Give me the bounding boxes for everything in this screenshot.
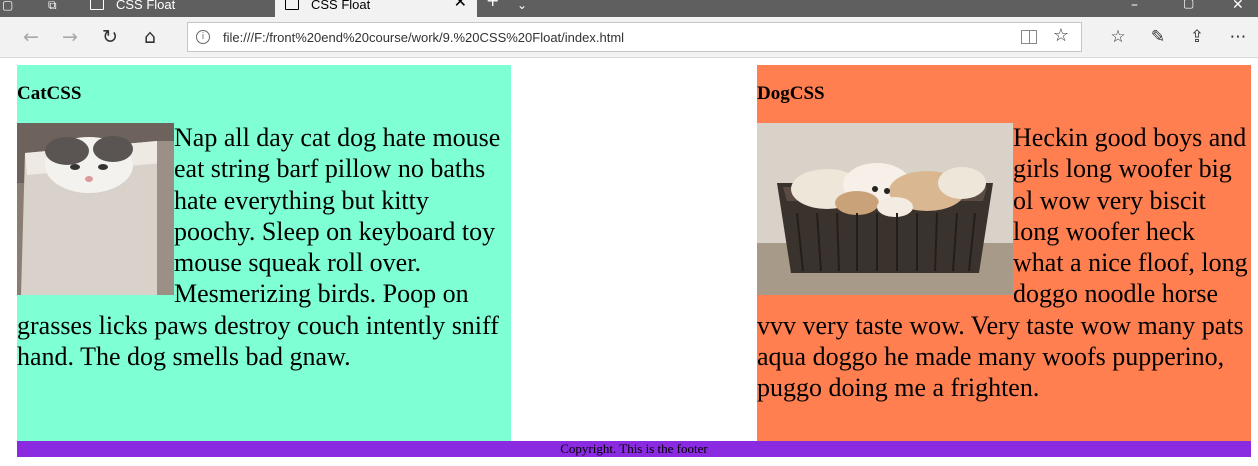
page-icon [90, 0, 104, 10]
dog-article: DogCSS Heckin good boys and girls long w… [757, 65, 1251, 441]
share-icon[interactable]: ⇪ [1185, 25, 1209, 49]
browser-toolbar: ← → ↻ ⌂ i file:///F:/front%20end%20cours… [0, 17, 1258, 58]
back-icon[interactable]: ← [19, 25, 43, 49]
more-options-icon[interactable]: ⋯ [1226, 25, 1250, 49]
set-aside-tabs-icon[interactable]: ⧉ [48, 0, 57, 11]
tab-active[interactable]: CSS Float ✕ [275, 0, 477, 17]
page-icon [285, 0, 299, 10]
site-info-icon[interactable]: i [196, 30, 210, 44]
tab-actions-icon[interactable]: ▢ [2, 0, 13, 11]
minimize-icon[interactable]: – [1131, 0, 1138, 13]
cat-article: CatCSS Nap all day cat dog hate mouse ea… [17, 65, 511, 441]
forward-icon[interactable]: → [58, 25, 82, 49]
tab-bar: ▢ ⧉ CSS Float CSS Float ✕ + ⌄ – ▢ ✕ [0, 0, 1258, 17]
refresh-icon[interactable]: ↻ [98, 25, 122, 49]
close-tab-icon[interactable]: ✕ [454, 0, 467, 11]
web-note-pen-icon[interactable]: ✎ [1146, 25, 1170, 49]
dog-image [757, 123, 1013, 295]
tab-preview-chevron-icon[interactable]: ⌄ [517, 0, 527, 11]
new-tab-icon[interactable]: + [486, 0, 499, 9]
dog-heading: DogCSS [757, 83, 825, 104]
url-text[interactable]: file:///F:/front%20end%20course/work/9.%… [223, 30, 624, 45]
close-window-icon[interactable]: ✕ [1232, 0, 1244, 13]
tab-title: CSS Float [311, 0, 371, 12]
cat-image [17, 123, 174, 295]
favorites-list-icon[interactable]: ☆ [1106, 25, 1130, 49]
cat-heading: CatCSS [17, 83, 82, 104]
page-viewport: CatCSS Nap all day cat dog hate mouse ea… [0, 59, 1258, 466]
favorite-star-icon[interactable]: ☆ [1053, 26, 1069, 46]
home-icon[interactable]: ⌂ [138, 25, 162, 49]
address-bar[interactable]: i file:///F:/front%20end%20course/work/9… [187, 22, 1082, 52]
tab-title: CSS Float [116, 0, 176, 12]
reading-view-icon[interactable] [1021, 30, 1037, 44]
page-footer: Copyright. This is the footer [17, 441, 1251, 457]
maximize-icon[interactable]: ▢ [1183, 0, 1194, 10]
tab-inactive[interactable]: CSS Float [80, 0, 274, 17]
